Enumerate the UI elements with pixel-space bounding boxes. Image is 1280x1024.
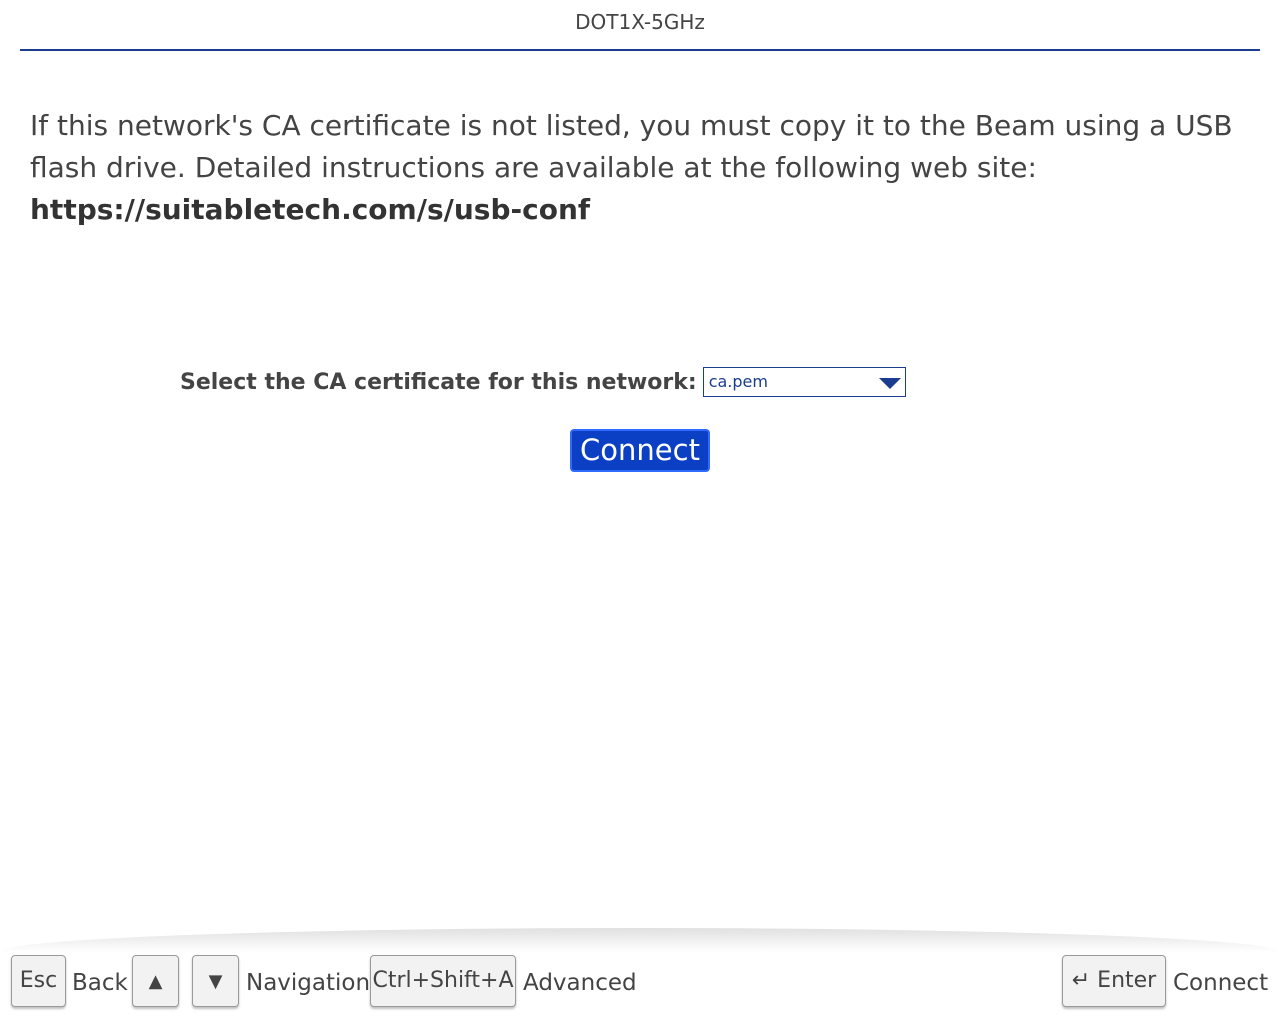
up-arrow-icon: ▲	[148, 971, 163, 992]
connect-hint-label: Connect	[1173, 970, 1269, 996]
ca-certificate-label: Select the CA certificate for this netwo…	[180, 369, 697, 395]
connect-button[interactable]: Connect	[570, 429, 710, 472]
instructions-url: https://suitabletech.com/s/usb-conf	[30, 193, 591, 226]
instructions-text: If this network's CA certificate is not …	[30, 105, 1250, 231]
page-title: DOT1X-5GHz	[575, 10, 705, 34]
ca-certificate-row: Select the CA certificate for this netwo…	[180, 366, 906, 398]
network-config-page: DOT1X-5GHz If this network's CA certific…	[0, 0, 1280, 1024]
advanced-label: Advanced	[523, 970, 637, 996]
down-arrow-icon: ▼	[208, 971, 223, 992]
chevron-down-icon	[878, 378, 901, 389]
enter-key[interactable]: ↵ Enter	[1062, 955, 1166, 1007]
down-arrow-key[interactable]: ▼	[192, 955, 239, 1007]
esc-key[interactable]: Esc	[11, 955, 66, 1007]
ca-certificate-select[interactable]: ca.pem	[702, 367, 906, 397]
ca-certificate-value: ca.pem	[708, 372, 768, 391]
advanced-shortcut-key[interactable]: Ctrl+Shift+A	[370, 955, 516, 1007]
navigation-label: Navigation	[246, 970, 371, 996]
back-label: Back	[72, 970, 128, 996]
keyboard-hints-bar: Esc Back ▲ ▼ Navigation Ctrl+Shift+A Adv…	[0, 952, 1280, 1024]
instructions-body: If this network's CA certificate is not …	[30, 109, 1233, 184]
title-divider	[20, 49, 1260, 51]
footer-divider	[0, 928, 1280, 952]
up-arrow-key[interactable]: ▲	[132, 955, 179, 1007]
